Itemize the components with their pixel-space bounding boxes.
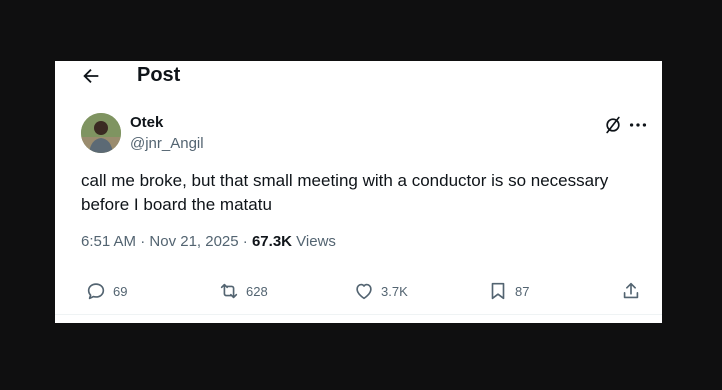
post-card: Post Otek @jnr_Angil call me broke, but … xyxy=(55,61,662,323)
back-arrow-icon xyxy=(83,68,99,84)
post-header: Post xyxy=(55,61,662,91)
like-count: 3.7K xyxy=(381,283,408,299)
avatar[interactable] xyxy=(81,113,121,153)
author-handle[interactable]: @jnr_Angil xyxy=(130,135,204,152)
divider xyxy=(55,314,662,315)
post-text: call me broke, but that small meeting wi… xyxy=(81,171,609,214)
repost-count: 628 xyxy=(246,283,268,299)
like-button[interactable]: 3.7K xyxy=(353,279,408,303)
grok-button[interactable] xyxy=(603,115,623,135)
views-label: Views xyxy=(296,233,336,250)
views-count[interactable]: 67.3K xyxy=(252,233,292,250)
author-name[interactable]: Otek xyxy=(130,114,163,131)
page-title: Post xyxy=(137,64,181,86)
share-button[interactable] xyxy=(620,279,642,303)
grok-icon xyxy=(606,116,620,134)
avatar-image xyxy=(81,113,121,153)
bookmark-count: 87 xyxy=(515,283,530,299)
like-icon xyxy=(356,283,372,300)
back-button[interactable] xyxy=(80,65,102,87)
bookmark-button[interactable]: 87 xyxy=(487,279,529,303)
meta-separator: · xyxy=(140,233,150,250)
repost-button[interactable]: 628 xyxy=(218,279,268,303)
meta-separator: · xyxy=(242,233,252,250)
more-icon xyxy=(629,123,647,127)
post-time[interactable]: 6:51 AM xyxy=(81,233,136,250)
share-icon xyxy=(623,282,639,299)
reply-icon xyxy=(87,283,105,300)
action-bar: 69 628 3.7K 87 xyxy=(55,279,662,307)
more-button[interactable] xyxy=(627,115,649,135)
post-meta: 6:51 AM · Nov 21, 2025 · 67.3K Views xyxy=(81,233,336,250)
repost-icon xyxy=(220,283,238,299)
bookmark-icon xyxy=(491,282,505,300)
post-date[interactable]: Nov 21, 2025 xyxy=(149,233,238,250)
reply-button[interactable]: 69 xyxy=(85,279,127,303)
reply-count: 69 xyxy=(113,283,128,299)
